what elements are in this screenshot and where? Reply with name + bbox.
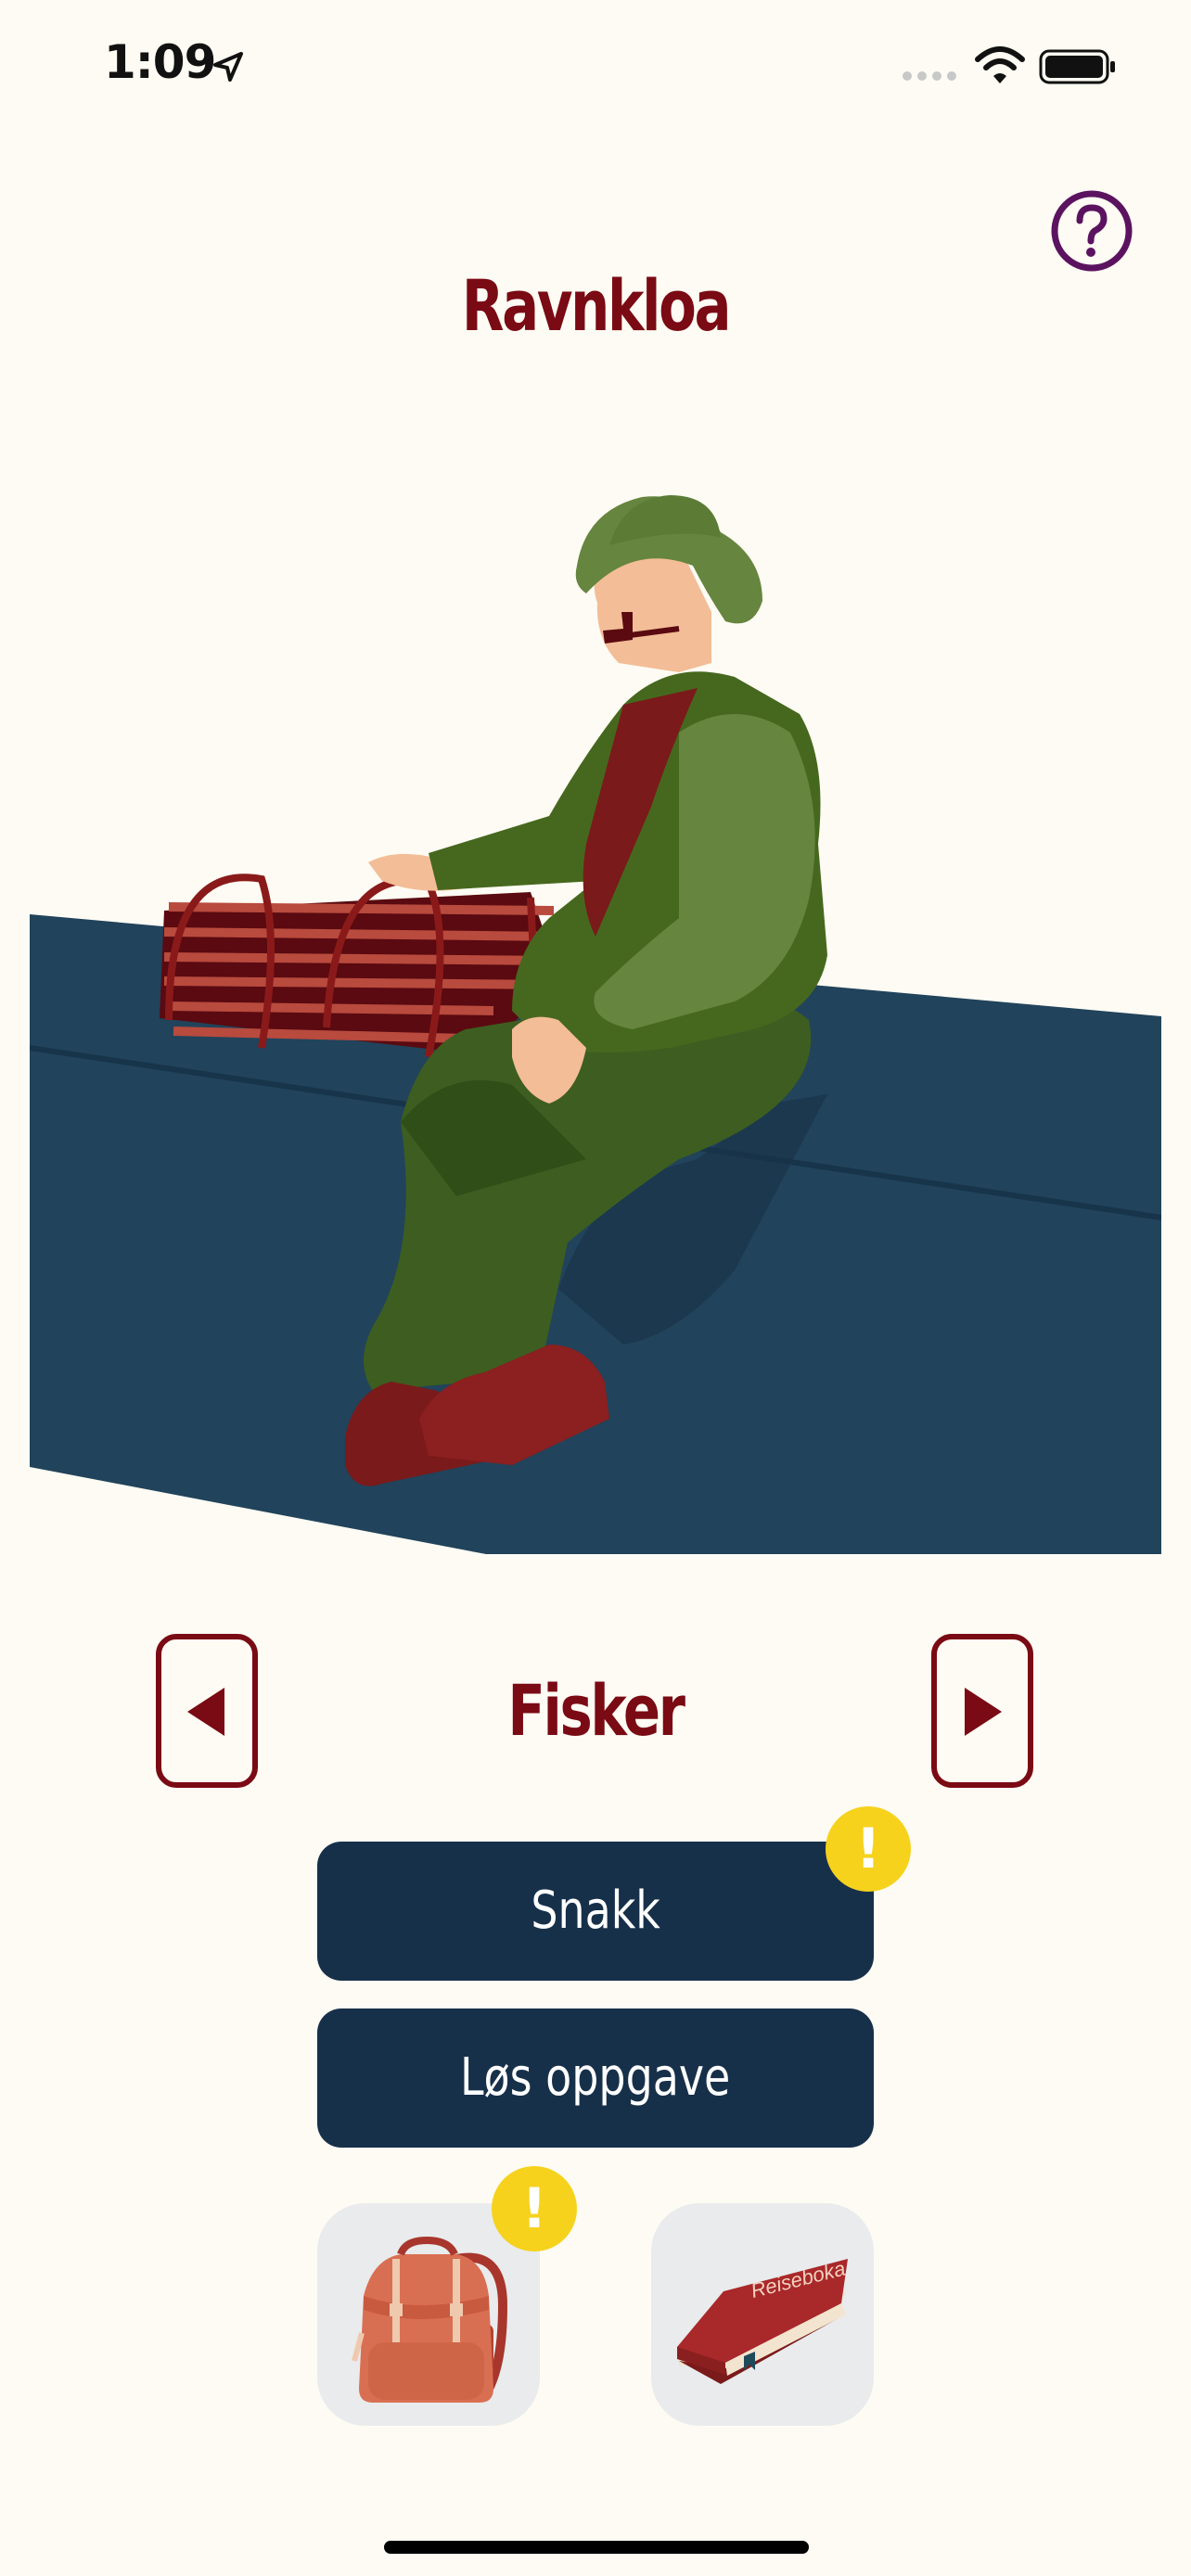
status-bar: 1:09 — [0, 0, 1191, 139]
talk-button-label: Snakk — [531, 1881, 660, 1941]
character-name: Fisker — [507, 1669, 685, 1752]
battery-icon — [1039, 49, 1115, 84]
solve-task-button[interactable]: Løs oppgave — [317, 2009, 874, 2148]
page-title: Ravnkloa — [461, 264, 732, 347]
previous-character-button[interactable] — [156, 1634, 258, 1788]
cellular-signal-icon — [903, 71, 956, 81]
backpack-alert-badge: ! — [492, 2166, 577, 2251]
travel-book-button[interactable]: Reiseboka — [651, 2203, 874, 2426]
solve-task-button-label: Løs oppgave — [460, 2047, 731, 2108]
triangle-right-icon — [965, 1688, 1002, 1736]
triangle-left-icon — [187, 1688, 224, 1736]
next-character-button[interactable] — [931, 1634, 1033, 1788]
book-icon: Reiseboka — [677, 2257, 848, 2384]
talk-alert-badge: ! — [826, 1806, 911, 1892]
status-time: 1:09 — [104, 35, 216, 89]
question-circle-icon — [1051, 190, 1133, 272]
fisherman-illustration — [30, 495, 1161, 1554]
help-button[interactable] — [1050, 189, 1133, 273]
talk-button[interactable]: Snakk — [317, 1842, 874, 1981]
home-indicator[interactable] — [384, 2541, 809, 2554]
location-arrow-icon — [213, 52, 243, 82]
wifi-icon — [975, 46, 1025, 83]
